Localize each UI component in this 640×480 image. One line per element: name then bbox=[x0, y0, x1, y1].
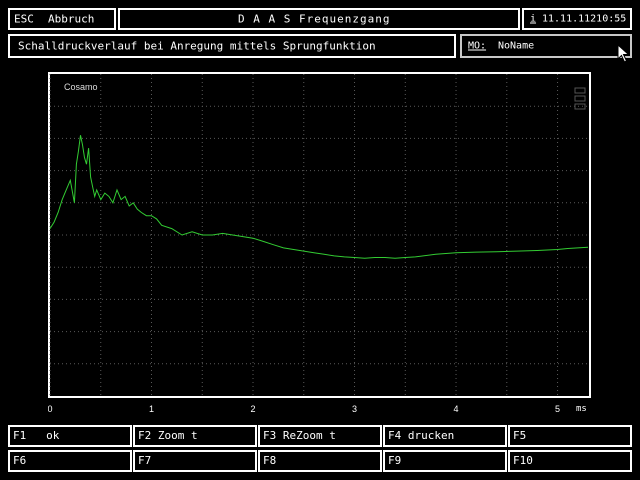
x-tick-label: 5 bbox=[555, 404, 560, 414]
title-bar: D A A S Frequenzgang bbox=[118, 8, 520, 30]
function-key-f7[interactable]: F7 bbox=[133, 450, 257, 472]
datetime-text: 11.11.11210:55 bbox=[542, 13, 627, 25]
mo-value: NoName bbox=[498, 40, 535, 52]
function-key-f8[interactable]: F8 bbox=[258, 450, 382, 472]
function-key-f3[interactable]: F3 ReZoom t bbox=[258, 425, 382, 447]
x-tick-label: 2 bbox=[251, 404, 256, 414]
function-key-f1[interactable]: F1 ok bbox=[8, 425, 132, 447]
function-key-f4[interactable]: F4 drucken bbox=[383, 425, 507, 447]
function-key-f6[interactable]: F6 bbox=[8, 450, 132, 472]
legend-entry: Cosamo bbox=[64, 82, 98, 92]
datetime-box: i 11.11.11210:55 bbox=[522, 8, 632, 30]
x-axis-ticks: 0 1 2 3 4 5 bbox=[48, 404, 560, 414]
x-tick-label: 1 bbox=[149, 404, 154, 414]
function-key-f5[interactable]: F5 bbox=[508, 425, 632, 447]
x-tick-label: 4 bbox=[454, 404, 459, 414]
function-key-f10[interactable]: F10 bbox=[508, 450, 632, 472]
mouse-pointer-icon bbox=[617, 44, 630, 63]
info-icon: i bbox=[530, 13, 537, 25]
esc-key-label: ESC bbox=[14, 12, 34, 26]
frequency-response-plot[interactable]: Cosamo 0 1 2 3 4 5 bbox=[48, 72, 593, 416]
function-key-f9[interactable]: F9 bbox=[383, 450, 507, 472]
x-tick-label: 0 bbox=[48, 404, 53, 414]
app-title: D A A S Frequenzgang bbox=[238, 12, 391, 26]
abbruch-label: Abbruch bbox=[48, 12, 95, 26]
x-axis-unit: ms bbox=[576, 404, 587, 414]
esc-abbruch-button[interactable]: ESC Abbruch bbox=[8, 8, 116, 30]
mo-label: MO: bbox=[468, 40, 487, 52]
description-box: Schalldruckverlauf bei Anregung mittels … bbox=[8, 34, 456, 58]
function-key-f2[interactable]: F2 Zoom t bbox=[133, 425, 257, 447]
description-text: Schalldruckverlauf bei Anregung mittels … bbox=[18, 39, 376, 53]
mo-box[interactable]: MO: NoName bbox=[460, 34, 632, 58]
x-tick-label: 3 bbox=[352, 404, 357, 414]
